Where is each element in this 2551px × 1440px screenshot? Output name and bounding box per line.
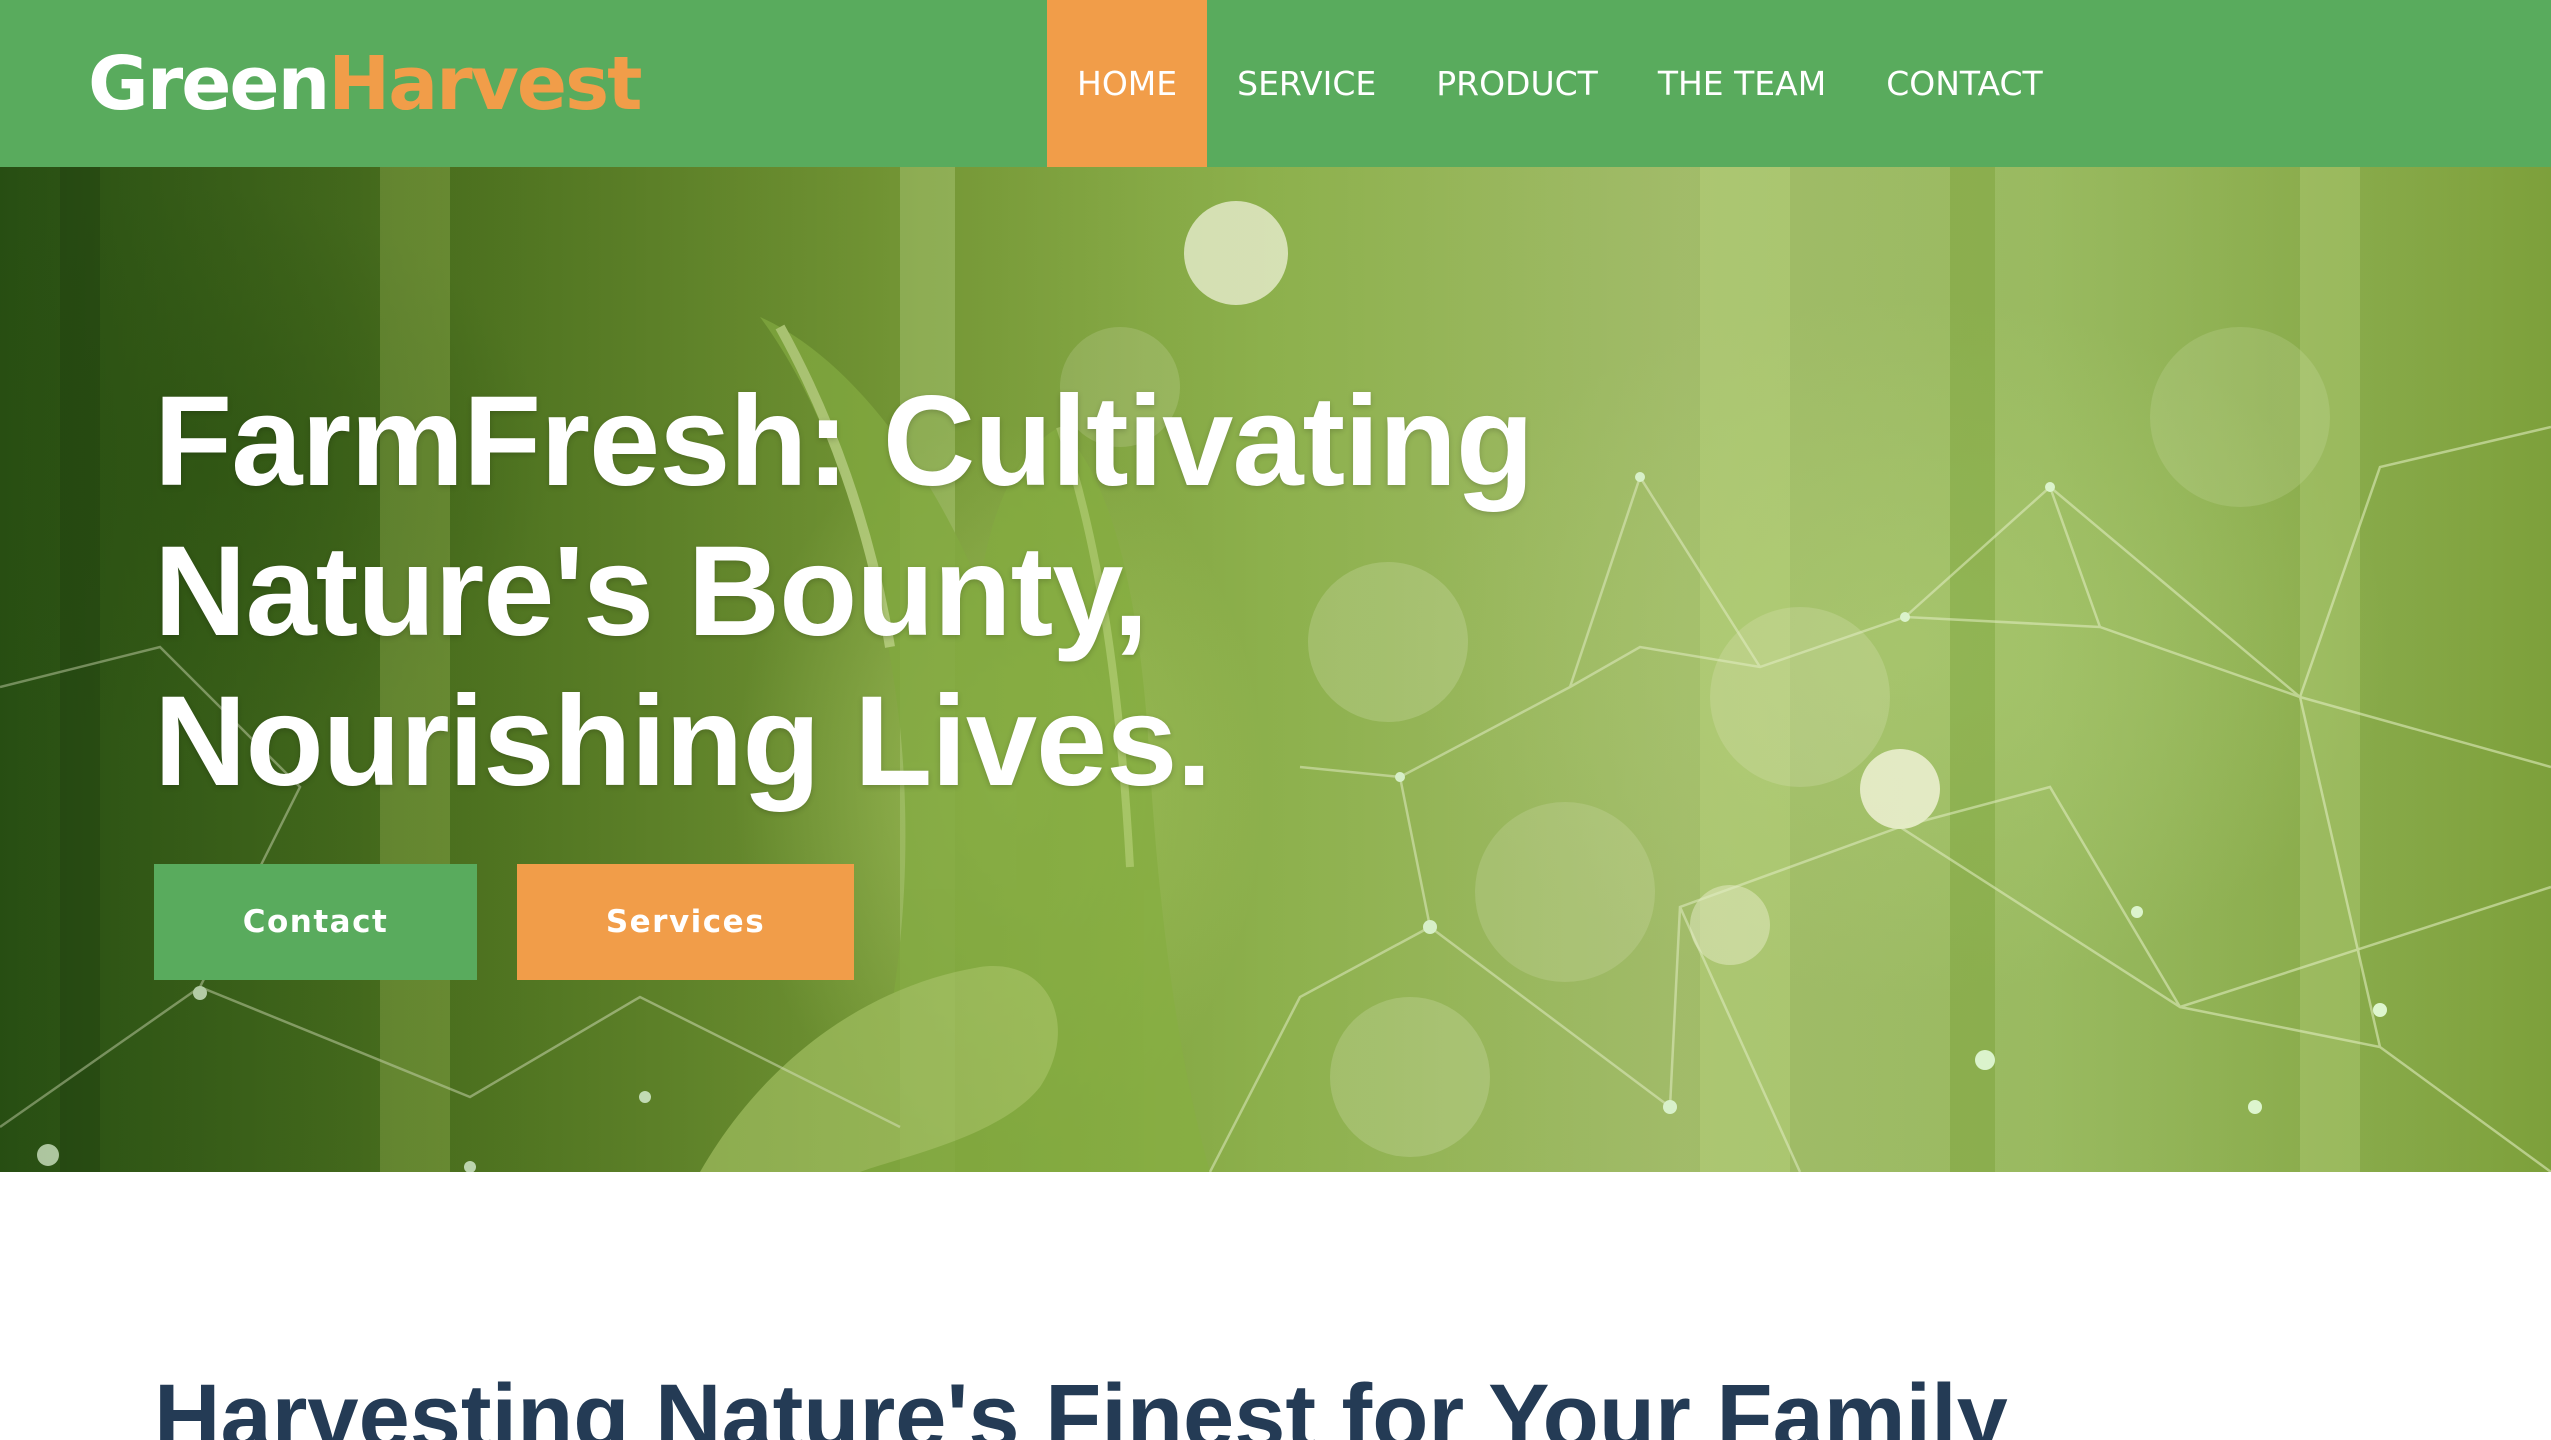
hero-title-line-3: Nourishing Lives. xyxy=(154,670,1212,813)
nav-contact[interactable]: CONTACT xyxy=(1856,0,2073,167)
hero-title-line-2: Nature's Bounty, xyxy=(154,520,1148,663)
nav-home[interactable]: HOME xyxy=(1047,0,1208,167)
main-nav: HOME SERVICE PRODUCT THE TEAM CONTACT xyxy=(1047,0,2073,167)
section-heading: Harvesting Nature's Finest for Your Fami… xyxy=(154,1366,2008,1440)
brand-logo-green: Green xyxy=(88,40,330,127)
page: Green Harvest HOME SERVICE PRODUCT THE TE… xyxy=(0,0,2551,1440)
contact-button[interactable]: Contact xyxy=(154,864,477,980)
nav-product[interactable]: PRODUCT xyxy=(1406,0,1628,167)
hero-banner: FarmFresh: Cultivating Nature's Bounty, … xyxy=(0,167,2551,1172)
services-button[interactable]: Services xyxy=(517,864,854,980)
brand-logo-harvest: Harvest xyxy=(328,40,642,127)
nav-service[interactable]: SERVICE xyxy=(1207,0,1406,167)
brand-logo[interactable]: Green Harvest xyxy=(88,36,643,131)
nav-the-team[interactable]: THE TEAM xyxy=(1628,0,1856,167)
hero-title: FarmFresh: Cultivating Nature's Bounty, … xyxy=(154,367,1654,817)
top-navbar: Green Harvest HOME SERVICE PRODUCT THE TE… xyxy=(0,0,2551,167)
hero-title-line-1: FarmFresh: Cultivating xyxy=(154,370,1534,513)
